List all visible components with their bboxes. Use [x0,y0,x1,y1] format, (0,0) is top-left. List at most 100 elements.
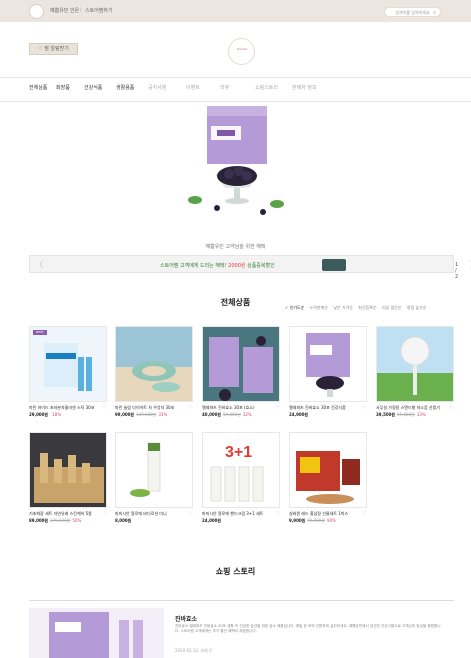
search-icon[interactable]: ⚲ [433,10,436,15]
nav-item[interactable]: 공지사항 [148,84,166,91]
product-card[interactable]: 실버퀸 레드 홍삼정 선물세트 1박스 9,900원 99,000원 90% ♡ [289,432,367,524]
favorite-button[interactable]: ♡ 찜 알림받기 [29,43,78,55]
product-price: 89,000원 179,000원 50% [29,518,107,524]
search-placeholder: 검색어를 입력하세요 [395,10,430,15]
price: 8,000원 [115,518,132,523]
sort-option[interactable]: 리뷰 많은순 [382,305,402,310]
best-badge: BEST [33,330,47,335]
nav-item[interactable]: 쇼핑스토리 [255,84,278,91]
sort-option[interactable]: 평점 높은순 [407,305,427,310]
product-name[interactable]: 엘레파츠 진바효소 30포 건강식품 [289,405,367,411]
wishlist-heart-icon[interactable]: ♡ [189,511,193,517]
product-name[interactable]: 마미시안 알로에 핸드크림 3+1 세트 [202,511,280,517]
price: 99,000원 [115,412,135,417]
price: 89,000원 [29,518,49,523]
product-card[interactable]: 기초화장 세트 자연유래 스킨케어 5종 89,000원 179,000원 50% … [29,432,107,524]
nav-item[interactable]: 건강식품 [84,84,102,91]
wishlist-heart-icon[interactable]: ♡ [276,511,280,517]
product-name[interactable]: 마린 슬림 다이어트 차 우엉차 30포 [115,405,193,411]
favorite-button-label: 찜 알림받기 [44,46,69,52]
store-logo-small[interactable] [29,4,44,19]
sort-option[interactable]: 누적판매순 [310,305,328,310]
product-name[interactable]: 실버퀸 레드 홍삼정 선물세트 1박스 [289,511,367,517]
product-price: 40,000원 59,000원 32% [202,412,280,418]
product-image[interactable] [115,326,193,402]
price: 39,500원 [376,412,396,417]
wishlist-heart-icon[interactable]: ♡ [103,511,107,517]
sort-option[interactable]: ✓ 인기도순 [285,305,304,310]
nav-item[interactable]: 전체상품 [29,84,47,91]
wishlist-heart-icon[interactable]: ♡ [189,405,193,411]
wishlist-heart-icon[interactable]: ♡ [103,405,107,411]
product-price: 29,000원 18% [29,412,107,418]
banner-page-indicator: 1 / 2 [455,262,459,280]
sort-options: ✓ 인기도순 누적판매순 낮은 가격순 최신등록순 리뷰 많은순 평점 높은순 [285,305,455,313]
original-price: 59,000원 [397,412,415,417]
product-card[interactable]: BEST 마린 하이드 초저분자콜라겐 스틱 30포 29,000원 18% ♡ [29,326,107,418]
logo-text: Yeomin [236,47,248,51]
nav-divider-bottom [0,101,471,102]
nav-item[interactable]: 이벤트 [186,84,200,91]
discount-rate: 32% [242,412,252,417]
separator: | [80,7,82,13]
product-image[interactable] [376,326,454,402]
banner-text: 스토어찜 고객에게 드리는 혜택! 2000원 상품중복할인 [160,263,275,269]
search-input[interactable]: 검색어를 입력하세요 ⚲ [384,7,441,17]
wishlist-heart-icon[interactable]: ♡ [276,405,280,411]
category-nav: 전체상품 화장품 건강식품 생활용품 공지사항 이벤트 리뷰 쇼핑스토리 판매자… [0,84,471,94]
svg-text:3+1: 3+1 [225,444,252,461]
product-card[interactable]: 마린 슬림 다이어트 차 우엉차 30포 99,000원 149,000원 33% … [115,326,193,418]
product-name[interactable]: 마미시안 알로에 바디로션 미니 [115,511,193,517]
story-image[interactable] [29,608,164,658]
price: 29,000원 [29,412,49,417]
nav-item[interactable]: 화장품 [56,84,70,91]
product-name[interactable]: 엘레파츠 진바효소 30포 (효소) [202,405,280,411]
product-image[interactable] [289,432,367,508]
original-price: 99,000원 [307,518,326,523]
story-divider [29,600,454,601]
discount-rate: 90% [327,518,336,523]
product-image[interactable]: 3+1 [202,432,280,508]
product-name[interactable]: 마린 하이드 초저분자콜라겐 스틱 30포 [29,405,107,411]
original-price: 149,000원 [136,412,157,417]
wishlist-heart-icon[interactable]: ♡ [363,405,367,411]
nav-item[interactable]: 생활용품 [116,84,134,91]
wishlist-heart-icon[interactable]: ♡ [450,405,454,411]
banner-prev-arrow[interactable]: 〈 [35,259,43,270]
original-price: 59,000원 [223,412,241,417]
nav-item[interactable]: 판매자 정보 [292,84,317,91]
hero-image[interactable] [187,104,286,222]
product-card[interactable]: 사무실 가정용 스탠드형 저소음 선풍기 39,500원 59,000원 33% ♡ [376,326,454,418]
product-image[interactable] [289,326,367,402]
story-post-title[interactable]: 진바효소 [175,614,197,623]
product-card[interactable]: 3+1 마미시안 알로에 핸드크림 3+1 세트 24,000원 ♡ [202,432,280,524]
product-name[interactable]: 사무실 가정용 스탠드형 저소음 선풍기 [376,405,454,411]
product-card[interactable]: 엘레파츠 진바효소 30포 (효소) 40,000원 59,000원 32% ♡ [202,326,280,418]
store-name[interactable]: 예쁨유민 안온 [50,7,79,14]
story-post-text: 진바효소 엘레파츠 진바효소 30포 생활 속 건강한 습관을 위한 효소 제품… [175,624,441,633]
price: 24,900원 [289,412,309,417]
product-price: 9,900원 99,000원 90% [289,518,367,524]
discount-rate: 18% [52,412,62,417]
original-price: 179,000원 [50,518,71,523]
product-price: 39,500원 59,000원 33% [376,412,454,418]
price: 9,900원 [289,518,306,523]
wishlist-heart-icon[interactable]: ♡ [363,511,367,517]
product-image[interactable] [115,432,193,508]
sort-option[interactable]: 최신등록순 [358,305,376,310]
top-bar: 예쁨유민 안온 | 스토어찜하기 검색어를 입력하세요 ⚲ [0,0,471,22]
product-card[interactable]: 엘레파츠 진바효소 30포 건강식품 24,900원 ♡ [289,326,367,418]
product-image[interactable] [202,326,280,402]
store-logo[interactable]: Yeomin [228,38,255,65]
product-image[interactable] [29,432,107,508]
nav-item[interactable]: 리뷰 [220,84,229,91]
sort-option[interactable]: 낮은 가격순 [333,305,353,310]
product-name[interactable]: 기초화장 세트 자연유래 스킨케어 5종 [29,511,107,517]
store-favorite-link[interactable]: 스토어찜하기 [85,7,113,14]
discount-rate: 50% [72,518,82,523]
product-card[interactable]: 마미시안 알로에 바디로션 미니 8,000원 ♡ [115,432,193,524]
benefit-banner[interactable]: 〈 스토어찜 고객에게 드리는 혜택! 2000원 상품중복할인 1 / 2 〉 [29,255,471,280]
product-price: 8,000원 [115,518,193,524]
discount-rate: 33% [158,412,168,417]
product-image[interactable]: BEST [29,326,107,402]
